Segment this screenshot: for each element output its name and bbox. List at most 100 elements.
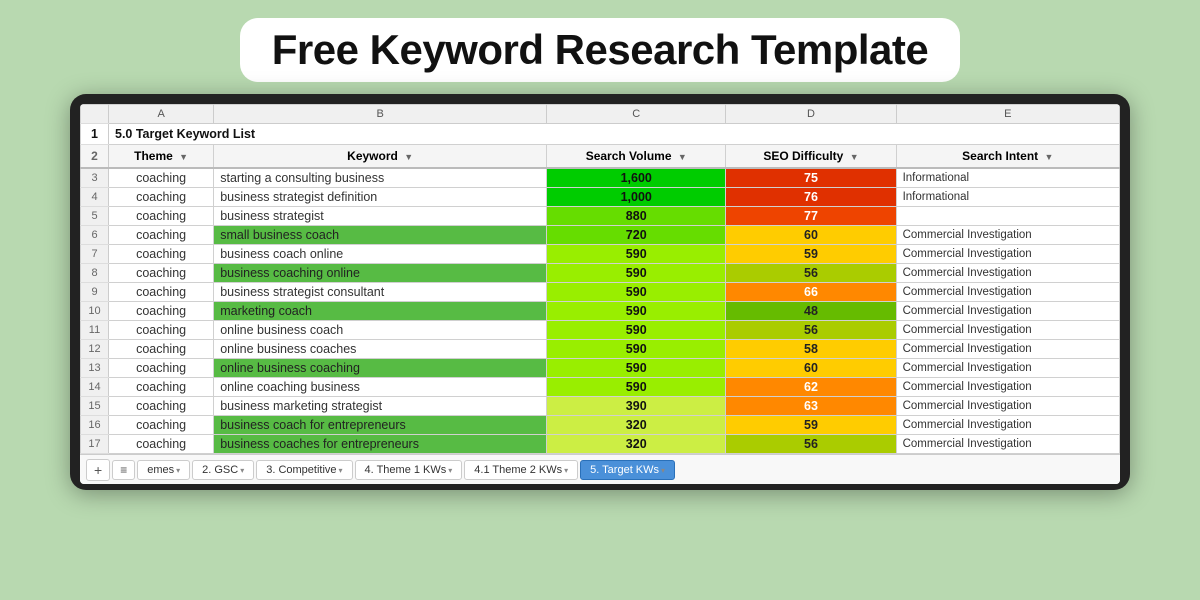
cell-volume: 320 (547, 435, 726, 454)
row-num-7: 7 (81, 245, 109, 264)
cell-seo-difficulty: 58 (726, 340, 896, 359)
table-row: 5coachingbusiness strategist88077 (81, 207, 1120, 226)
cell-theme: coaching (109, 188, 214, 207)
cell-theme: coaching (109, 378, 214, 397)
cell-volume: 720 (547, 226, 726, 245)
tab-target-kws-label: 5. Target KWs (590, 464, 659, 476)
filter-icon-volume[interactable]: ▼ (678, 152, 687, 162)
cell-search-intent: Informational (896, 168, 1119, 188)
row-num-9: 9 (81, 283, 109, 302)
cell-volume: 590 (547, 283, 726, 302)
cell-volume: 880 (547, 207, 726, 226)
table-row: 17coachingbusiness coaches for entrepren… (81, 435, 1120, 454)
cell-seo-difficulty: 60 (726, 226, 896, 245)
cell-seo-difficulty: 56 (726, 264, 896, 283)
cell-keyword: business coach for entrepreneurs (214, 416, 547, 435)
table-row: 6coachingsmall business coach72060Commer… (81, 226, 1120, 245)
cell-search-intent: Commercial Investigation (896, 264, 1119, 283)
cell-search-intent: Commercial Investigation (896, 359, 1119, 378)
table-row: 12coachingonline business coaches59058Co… (81, 340, 1120, 359)
filter-icon-theme[interactable]: ▼ (179, 152, 188, 162)
filter-icon-seo[interactable]: ▼ (850, 152, 859, 162)
cell-search-intent: Commercial Investigation (896, 226, 1119, 245)
tab-competitive[interactable]: 3. Competitive▾ (256, 460, 352, 480)
col-c: C (547, 105, 726, 124)
cell-volume: 1,000 (547, 188, 726, 207)
cell-theme: coaching (109, 168, 214, 188)
cell-volume: 320 (547, 416, 726, 435)
cell-search-intent (896, 207, 1119, 226)
row-num-12: 12 (81, 340, 109, 359)
cell-volume: 590 (547, 302, 726, 321)
tab-add-button[interactable]: + (86, 459, 110, 481)
tab-target-kws-arrow: ▾ (661, 466, 665, 475)
filter-icon-keyword[interactable]: ▼ (404, 152, 413, 162)
table-row: 9coachingbusiness strategist consultant5… (81, 283, 1120, 302)
row-num-2: 2 (81, 145, 109, 169)
row-num-3: 3 (81, 168, 109, 188)
tab-theme1[interactable]: 4. Theme 1 KWs▾ (355, 460, 463, 480)
row-num-1: 1 (81, 124, 109, 145)
cell-volume: 590 (547, 378, 726, 397)
cell-search-intent: Commercial Investigation (896, 435, 1119, 454)
cell-seo-difficulty: 76 (726, 188, 896, 207)
title-container: Free Keyword Research Template (240, 18, 961, 82)
row-num-13: 13 (81, 359, 109, 378)
row-num-17: 17 (81, 435, 109, 454)
cell-volume: 590 (547, 340, 726, 359)
table-row: 11coachingonline business coach59056Comm… (81, 321, 1120, 340)
tab-menu-button[interactable]: ≡ (112, 460, 135, 480)
row-num-6: 6 (81, 226, 109, 245)
tab-theme2[interactable]: 4.1 Theme 2 KWs▾ (464, 460, 578, 480)
tab-themes[interactable]: emes▾ (137, 460, 190, 480)
cell-theme: coaching (109, 340, 214, 359)
cell-search-intent: Commercial Investigation (896, 321, 1119, 340)
col-e: E (896, 105, 1119, 124)
row-num-11: 11 (81, 321, 109, 340)
tab-theme1-arrow: ▾ (448, 466, 452, 475)
page-title: Free Keyword Research Template (272, 26, 929, 74)
cell-volume: 590 (547, 359, 726, 378)
cell-search-intent: Commercial Investigation (896, 378, 1119, 397)
row-num-10: 10 (81, 302, 109, 321)
cell-theme: coaching (109, 264, 214, 283)
cell-keyword: business marketing strategist (214, 397, 547, 416)
header-volume: Search Volume ▼ (547, 145, 726, 169)
tab-gsc[interactable]: 2. GSC▾ (192, 460, 254, 480)
row-num-14: 14 (81, 378, 109, 397)
filter-icon-intent[interactable]: ▼ (1045, 152, 1054, 162)
cell-keyword: business coaches for entrepreneurs (214, 435, 547, 454)
cell-keyword: starting a consulting business (214, 168, 547, 188)
tab-theme2-label: 4.1 Theme 2 KWs (474, 464, 562, 476)
cell-search-intent: Commercial Investigation (896, 397, 1119, 416)
row-num-5: 5 (81, 207, 109, 226)
cell-theme: coaching (109, 207, 214, 226)
tab-target-kws[interactable]: 5. Target KWs▾ (580, 460, 675, 480)
header-row: 2 Theme ▼ Keyword ▼ Search Volume ▼ SEO … (81, 145, 1120, 169)
header-theme: Theme ▼ (109, 145, 214, 169)
tab-competitive-arrow: ▾ (339, 466, 343, 475)
spreadsheet-inner: A B C D E 1 5.0 Target Keyword List 2 Th… (80, 104, 1120, 484)
cell-seo-difficulty: 60 (726, 359, 896, 378)
row-num-15: 15 (81, 397, 109, 416)
spreadsheet-table: A B C D E 1 5.0 Target Keyword List 2 Th… (80, 104, 1120, 454)
cell-theme: coaching (109, 283, 214, 302)
cell-search-intent: Informational (896, 188, 1119, 207)
tab-theme2-arrow: ▾ (564, 466, 568, 475)
col-d: D (726, 105, 896, 124)
cell-seo-difficulty: 59 (726, 245, 896, 264)
cell-volume: 590 (547, 264, 726, 283)
spreadsheet-wrapper: A B C D E 1 5.0 Target Keyword List 2 Th… (70, 94, 1130, 490)
table-row: 13coachingonline business coaching59060C… (81, 359, 1120, 378)
cell-keyword: online business coach (214, 321, 547, 340)
cell-theme: coaching (109, 226, 214, 245)
cell-seo-difficulty: 48 (726, 302, 896, 321)
cell-seo-difficulty: 56 (726, 435, 896, 454)
cell-keyword: online business coaches (214, 340, 547, 359)
corner-cell (81, 105, 109, 124)
table-row: 15coachingbusiness marketing strategist3… (81, 397, 1120, 416)
tab-competitive-label: 3. Competitive (266, 464, 336, 476)
row-num-16: 16 (81, 416, 109, 435)
cell-search-intent: Commercial Investigation (896, 416, 1119, 435)
cell-keyword: online coaching business (214, 378, 547, 397)
